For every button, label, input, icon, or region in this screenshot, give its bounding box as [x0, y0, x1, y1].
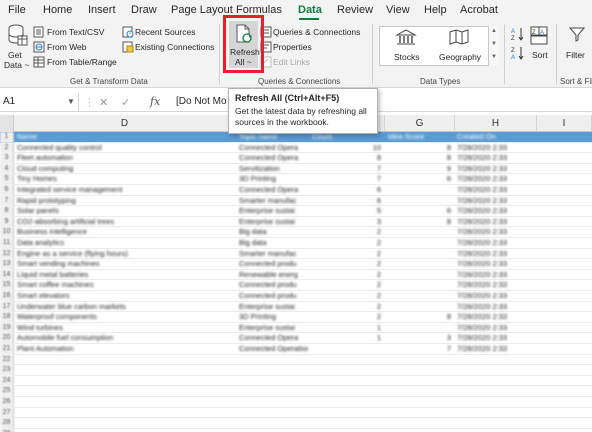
row-number[interactable]: 26 [0, 397, 14, 408]
properties-button[interactable]: Properties [273, 42, 312, 52]
refresh-all-tooltip: Refresh All (Ctrl+Alt+F5) Get the latest… [228, 88, 378, 134]
row-number[interactable]: 24 [0, 375, 14, 387]
svg-text:Z: Z [532, 30, 536, 36]
row-number[interactable]: 11 [0, 238, 14, 249]
menu-acrobat[interactable]: Acrobat [460, 4, 498, 16]
table-icon [33, 56, 45, 71]
svg-text:Z: Z [511, 36, 515, 41]
menu-insert[interactable]: Insert [88, 4, 116, 16]
chevron-down-icon[interactable]: ▼ [67, 97, 75, 106]
row-number[interactable]: 14 [0, 269, 14, 281]
group-divider [556, 24, 557, 84]
cancel-icon[interactable]: ✕ [99, 96, 108, 109]
group-divider [219, 24, 220, 84]
name-box-value: A1 [3, 96, 16, 107]
group-divider [504, 24, 505, 84]
filter-button[interactable]: Filter [566, 50, 585, 60]
row-number[interactable]: 17 [0, 301, 14, 313]
sort-dialog-icon[interactable]: ZA [530, 26, 548, 49]
from-text-csv-button[interactable]: From Text/CSV [47, 27, 104, 37]
more-icon: ⋮ [84, 97, 95, 109]
name-box[interactable]: A1 ▼ [0, 93, 79, 111]
web-icon [33, 41, 45, 56]
from-web-button[interactable]: From Web [47, 42, 87, 52]
tooltip-title: Refresh All (Ctrl+Alt+F5) [235, 93, 340, 103]
formula-input[interactable]: [Do Not Mo [176, 96, 227, 107]
row-number[interactable]: 27 [0, 407, 14, 419]
column-header-d[interactable]: D [14, 115, 236, 132]
database-icon[interactable] [8, 24, 28, 49]
sort-button[interactable]: Sort [532, 50, 548, 60]
menu-bar: File Home Insert Draw Page Layout Formul… [0, 0, 592, 20]
menu-data[interactable]: Data [298, 4, 322, 16]
column-header-h[interactable]: H [455, 115, 537, 132]
from-table-range-button[interactable]: From Table/Range [47, 57, 117, 67]
queries-connections-button[interactable]: Queries & Connections [273, 27, 360, 37]
ribbon: Get Data ~ From Text/CSV From Web From T… [0, 20, 592, 88]
row-number[interactable]: 8 [0, 206, 14, 217]
menu-draw[interactable]: Draw [131, 4, 157, 16]
row-number[interactable]: 7 [0, 195, 14, 207]
row-number[interactable]: 13 [0, 259, 14, 270]
group-data-types: Data Types [420, 77, 461, 86]
insert-function-icon[interactable]: fx [150, 95, 160, 108]
row-number[interactable]: 21 [0, 344, 14, 355]
spreadsheet-grid[interactable]: 1 Name Topic name Count Idea Score Created On… [0, 132, 592, 432]
row-number[interactable]: 3 [0, 153, 14, 164]
get-data-label-2[interactable]: Data ~ [4, 60, 29, 70]
text-file-icon [33, 26, 45, 41]
svg-text:A: A [511, 55, 515, 60]
row-number[interactable]: 6 [0, 185, 14, 196]
sort-az-icon[interactable]: AZ [511, 27, 525, 44]
row-number[interactable]: 2 [0, 142, 14, 154]
column-header-g[interactable]: G [385, 115, 455, 132]
row-number[interactable]: 28 [0, 418, 14, 429]
row-number[interactable]: 18 [0, 312, 14, 323]
recent-sources-button[interactable]: Recent Sources [135, 27, 195, 37]
row-number[interactable]: 15 [0, 280, 14, 291]
menu-home[interactable]: Home [43, 4, 72, 16]
filter-icon[interactable] [568, 26, 586, 45]
menu-file[interactable]: File [8, 4, 26, 16]
row-number[interactable]: 19 [0, 322, 14, 334]
enter-icon[interactable]: ✓ [121, 96, 130, 109]
refresh-all-highlight [223, 15, 264, 73]
group-queries-connections: Queries & Connections [258, 77, 341, 86]
row-number[interactable]: 5 [0, 174, 14, 185]
menu-help[interactable]: Help [424, 4, 447, 16]
row-number[interactable]: 10 [0, 227, 14, 238]
stocks-button[interactable]: Stocks [394, 52, 420, 62]
svg-text:Z: Z [511, 48, 515, 54]
data-types-gallery: Stocks Geography [379, 26, 499, 66]
menu-review[interactable]: Review [337, 4, 373, 16]
tooltip-body: Get the latest data by refreshing all so… [235, 106, 367, 127]
stocks-icon [395, 29, 417, 48]
row-number[interactable]: 25 [0, 386, 14, 397]
row-number[interactable]: 12 [0, 248, 14, 260]
row-number[interactable]: 4 [0, 163, 14, 175]
gallery-scrollbar[interactable]: ▲ ▼ ▼ [488, 26, 499, 66]
geography-button[interactable]: Geography [439, 52, 481, 62]
existing-connections-button[interactable]: Existing Connections [135, 42, 214, 52]
recent-sources-icon [122, 26, 134, 41]
group-divider [372, 24, 373, 84]
row-number[interactable]: 9 [0, 216, 14, 228]
map-icon [448, 29, 470, 48]
edit-links-button[interactable]: Edit Links [273, 57, 310, 67]
row-number[interactable]: 23 [0, 365, 14, 376]
row-number[interactable]: 1 [0, 132, 14, 143]
menu-view[interactable]: View [386, 4, 410, 16]
row-number[interactable]: 20 [0, 333, 14, 344]
svg-text:A: A [511, 29, 515, 35]
group-sort-filter: Sort & Filt [560, 77, 592, 86]
column-header-i[interactable]: I [537, 115, 592, 132]
row-number[interactable]: 22 [0, 354, 14, 366]
get-data-label-1[interactable]: Get [8, 50, 22, 60]
row-number[interactable]: 16 [0, 291, 14, 302]
existing-connections-icon [122, 41, 134, 56]
group-get-transform: Get & Transform Data [70, 77, 148, 86]
svg-text:A: A [540, 30, 544, 36]
select-all-corner[interactable] [0, 115, 14, 132]
sort-za-icon[interactable]: ZA [511, 46, 525, 63]
